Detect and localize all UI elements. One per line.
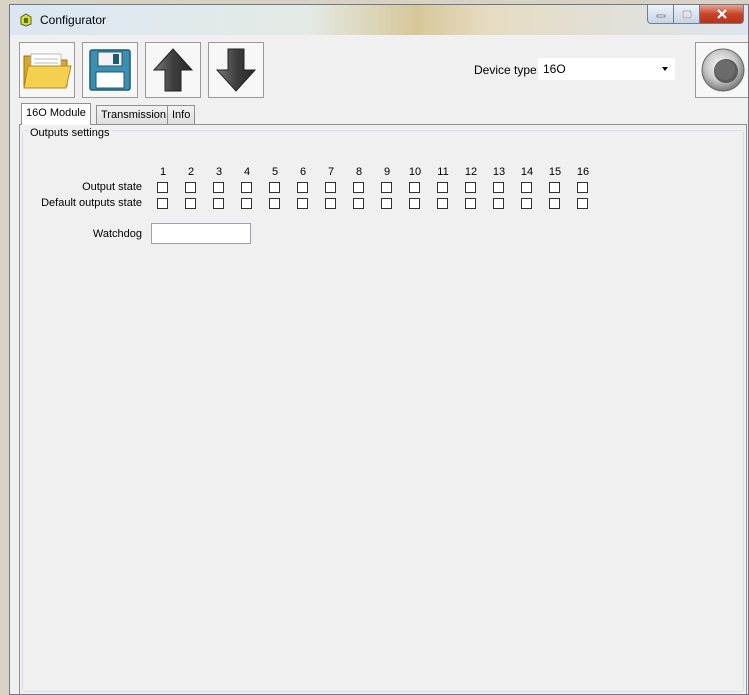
output-state-checkbox[interactable]	[241, 182, 252, 193]
channel-number: 14	[520, 166, 534, 178]
default-output-state-checkbox[interactable]	[269, 198, 280, 209]
maximize-button[interactable]	[674, 5, 700, 24]
default-output-state-checkbox[interactable]	[549, 198, 560, 209]
output-state-checkbox[interactable]	[465, 182, 476, 193]
arrow-down-icon	[215, 48, 257, 92]
channel-number: 1	[159, 166, 167, 178]
download-button[interactable]	[208, 42, 264, 98]
default-output-state-checkbox[interactable]	[493, 198, 504, 209]
open-button[interactable]	[19, 42, 75, 98]
device-type-label: Device type:	[474, 63, 541, 77]
channel-number: 3	[215, 166, 223, 178]
channel-number: 2	[187, 166, 195, 178]
close-icon	[716, 9, 727, 19]
channel-number: 4	[243, 166, 251, 178]
watchdog-input[interactable]	[151, 223, 251, 244]
channel-number: 5	[271, 166, 279, 178]
upload-button[interactable]	[145, 42, 201, 98]
output-state-checkbox[interactable]	[521, 182, 532, 193]
output-state-checkbox[interactable]	[157, 182, 168, 193]
app-window: Configurator Device type: 16O 16O Module…	[9, 4, 749, 695]
default-output-state-checkbox[interactable]	[157, 198, 168, 209]
output-state-checkbox[interactable]	[381, 182, 392, 193]
default-output-state-checkbox[interactable]	[577, 198, 588, 209]
default-output-state-checkbox[interactable]	[521, 198, 532, 209]
device-type-value: 16O	[543, 62, 566, 76]
device-type-select[interactable]: 16O	[538, 58, 675, 80]
app-icon	[20, 13, 32, 27]
output-state-label: Output state	[82, 181, 142, 193]
output-state-checkbox[interactable]	[297, 182, 308, 193]
channel-number: 12	[464, 166, 478, 178]
outputs-settings-title: Outputs settings	[28, 127, 112, 139]
output-state-checkbox[interactable]	[409, 182, 420, 193]
floppy-disk-icon	[89, 49, 131, 91]
channel-number: 16	[576, 166, 590, 178]
client-area: Device type: 16O 16O Module Transmission…	[18, 35, 748, 694]
minimize-icon	[656, 14, 665, 18]
tab-16o-module[interactable]: 16O Module	[21, 103, 91, 125]
output-state-checkbox[interactable]	[325, 182, 336, 193]
channel-number: 10	[408, 166, 422, 178]
watchdog-label: Watchdog	[92, 228, 142, 240]
channel-number: 15	[548, 166, 562, 178]
default-output-state-checkbox[interactable]	[353, 198, 364, 209]
default-output-state-checkbox[interactable]	[185, 198, 196, 209]
output-state-checkbox[interactable]	[437, 182, 448, 193]
outputs-settings-group: Outputs settings	[22, 127, 744, 692]
default-output-state-checkbox[interactable]	[465, 198, 476, 209]
minimize-button[interactable]	[647, 5, 674, 24]
window-title: Configurator	[40, 13, 107, 27]
close-button[interactable]	[700, 5, 744, 24]
output-state-checkbox[interactable]	[549, 182, 560, 193]
default-output-state-checkbox[interactable]	[381, 198, 392, 209]
channel-number: 8	[355, 166, 363, 178]
folder-open-icon	[23, 53, 72, 89]
chevron-down-icon	[662, 67, 668, 71]
output-state-checkbox[interactable]	[185, 182, 196, 193]
default-output-state-checkbox[interactable]	[325, 198, 336, 209]
window-controls	[647, 5, 744, 25]
tab-info[interactable]: Info	[167, 105, 196, 125]
channel-number: 7	[327, 166, 335, 178]
save-button[interactable]	[82, 42, 138, 98]
output-state-checkbox[interactable]	[493, 182, 504, 193]
output-state-checkbox[interactable]	[353, 182, 364, 193]
connect-knob-icon	[701, 48, 745, 92]
channel-number: 9	[383, 166, 391, 178]
channel-number: 6	[299, 166, 307, 178]
default-output-state-checkbox[interactable]	[213, 198, 224, 209]
default-output-state-checkbox[interactable]	[409, 198, 420, 209]
default-outputs-state-label: Default outputs state	[41, 197, 142, 209]
connect-button[interactable]	[695, 42, 748, 98]
tab-transmission[interactable]: Transmission	[96, 105, 171, 125]
channel-number: 13	[492, 166, 506, 178]
default-output-state-checkbox[interactable]	[437, 198, 448, 209]
channel-number: 11	[437, 166, 449, 178]
output-state-checkbox[interactable]	[269, 182, 280, 193]
maximize-icon	[681, 9, 692, 19]
default-output-state-checkbox[interactable]	[241, 198, 252, 209]
default-output-state-checkbox[interactable]	[297, 198, 308, 209]
arrow-up-icon	[152, 48, 194, 92]
title-bar[interactable]: Configurator	[10, 5, 748, 35]
output-state-checkbox[interactable]	[213, 182, 224, 193]
output-state-checkbox[interactable]	[577, 182, 588, 193]
tab-panel-16o-module: Outputs settings 1 2 3 4 5 6 7 8 9 10 11 12 13 14 15 16…	[19, 124, 747, 694]
